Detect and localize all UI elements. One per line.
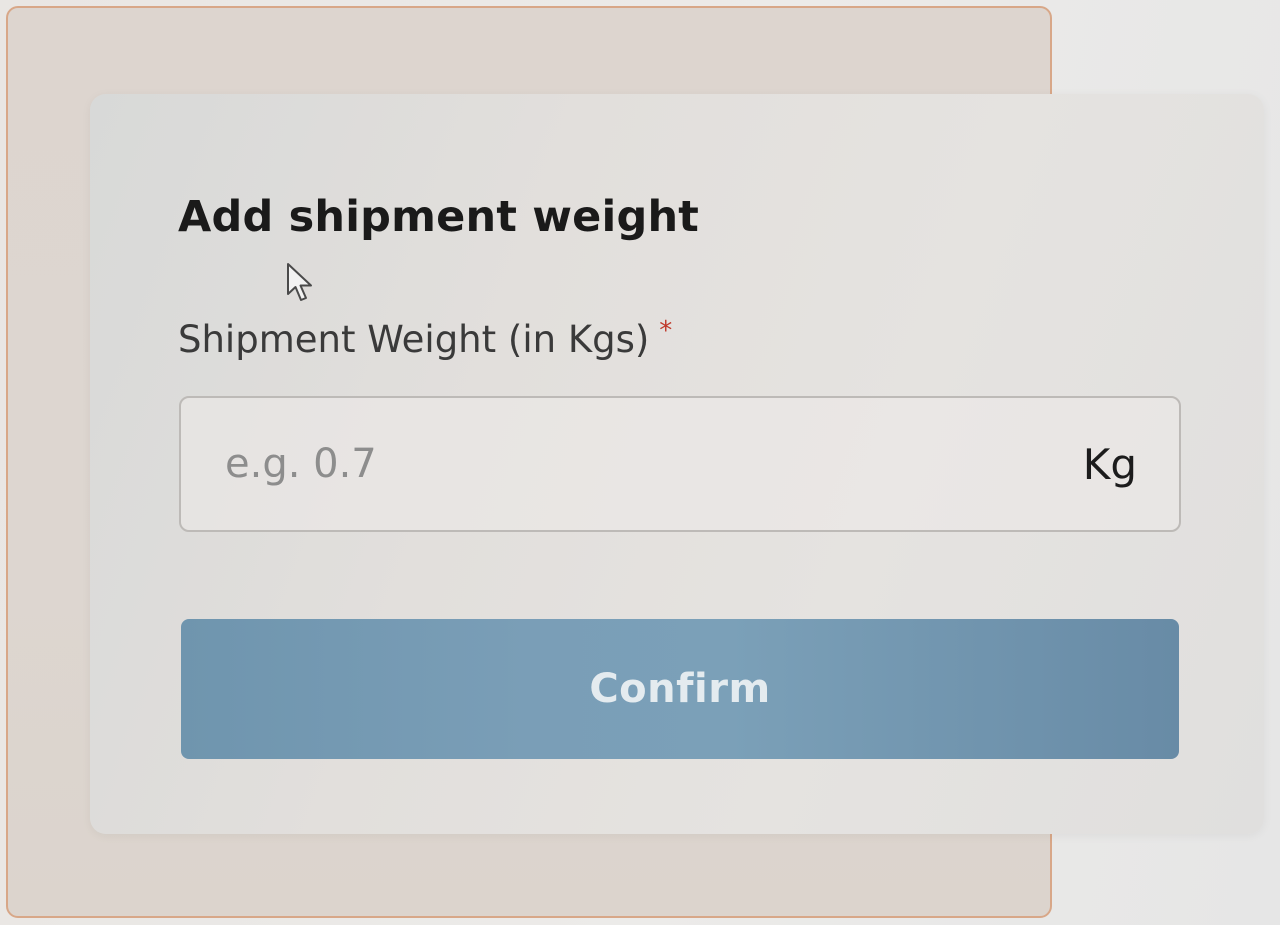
- shipment-weight-input-group: Kg: [179, 396, 1181, 532]
- required-asterisk: *: [659, 316, 673, 346]
- shipment-weight-label-text: Shipment Weight (in Kgs): [178, 318, 650, 361]
- confirm-button[interactable]: Confirm: [181, 619, 1179, 759]
- mouse-pointer-icon: [287, 263, 312, 301]
- dialog-title: Add shipment weight: [178, 192, 700, 242]
- shipment-weight-label: Shipment Weight (in Kgs) *: [178, 316, 673, 361]
- shipment-weight-input[interactable]: [223, 397, 1063, 531]
- add-shipment-weight-dialog: Add shipment weight Shipment Weight (in …: [90, 94, 1264, 834]
- unit-suffix: Kg: [1082, 439, 1137, 489]
